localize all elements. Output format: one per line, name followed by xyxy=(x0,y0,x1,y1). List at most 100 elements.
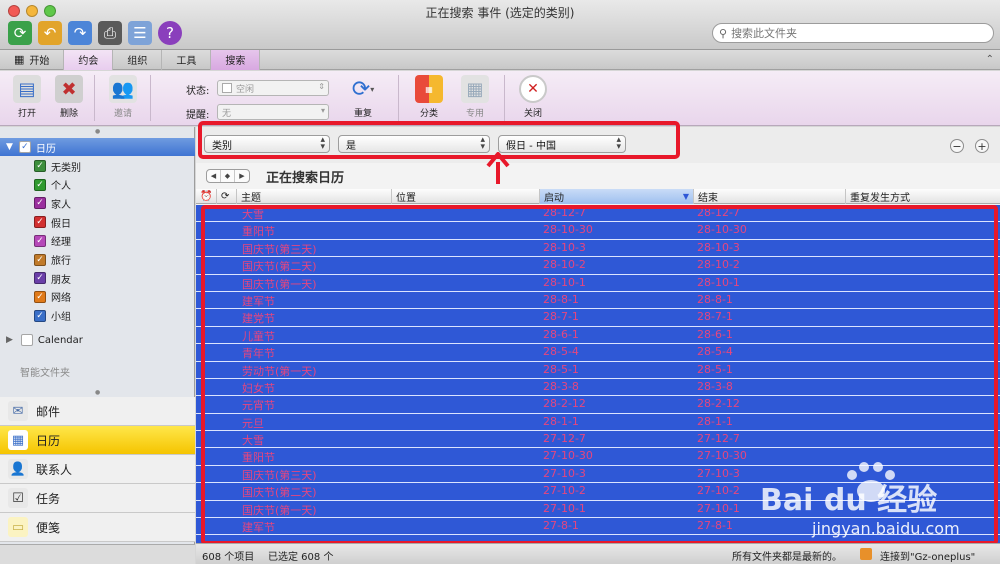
delete-button[interactable]: ✖ 删除 xyxy=(50,75,88,119)
end-column-header[interactable]: 结束 xyxy=(693,189,845,204)
category-label: 经理 xyxy=(51,237,71,249)
ribbon-divider xyxy=(504,75,505,121)
calendar-small-icon: ▦ xyxy=(14,53,25,66)
nav-calendar[interactable]: ▦ 日历 xyxy=(0,426,195,455)
calendar-checkbox[interactable] xyxy=(20,334,33,346)
tab-tools[interactable]: 工具 xyxy=(162,49,212,70)
categorize-button[interactable]: ▦ 分类 xyxy=(410,75,448,119)
redo-icon[interactable]: ↷ xyxy=(68,21,92,45)
category-label: 无类别 xyxy=(51,162,81,174)
open-button[interactable]: ▤ 打开 xyxy=(8,75,46,119)
date-nav-group: ◀ ◆ ▶ xyxy=(206,169,250,183)
nav-notes[interactable]: ▭ 便笺 xyxy=(0,513,195,542)
calendar-icon: ▦ xyxy=(8,430,28,450)
category-label: 家人 xyxy=(51,199,71,211)
category-checkbox[interactable]: ✓ xyxy=(34,197,46,210)
sidebar-category-item[interactable]: ✓ 旅行 xyxy=(34,251,71,269)
category-checkbox[interactable]: ✓ xyxy=(34,178,46,191)
close-search-button[interactable]: ✕ 关闭 xyxy=(514,75,552,119)
remove-criteria-button[interactable]: − xyxy=(950,139,964,153)
sidebar-category-item[interactable]: ✓ 朋友 xyxy=(34,269,71,287)
watermark-brand: Bai du 经验 xyxy=(760,483,938,518)
search-input[interactable] xyxy=(731,26,972,40)
recurrence-column-header[interactable]: ⟳ xyxy=(216,189,236,204)
recurrence-button[interactable]: ⟳ ▾ 重复 xyxy=(344,75,382,120)
watermark-url: jingyan.baidu.com xyxy=(812,519,960,538)
start-column-header[interactable]: 启动 ▼ xyxy=(539,189,693,204)
search-icon: ⚲ xyxy=(719,26,728,40)
print-icon[interactable]: ⎙ xyxy=(98,21,122,45)
reminder-column-header[interactable]: ⏰ xyxy=(196,189,216,204)
undo-icon[interactable]: ↶ xyxy=(38,21,62,45)
sidebar-category-item[interactable]: ✓ 假日 xyxy=(34,213,71,231)
subject-column-header[interactable]: 主题 xyxy=(236,189,391,204)
criteria-highlight-box xyxy=(198,121,680,159)
smart-folders-heading: 智能文件夹 xyxy=(20,368,70,379)
status-label: 状态: xyxy=(186,86,210,97)
lock-icon: ▦ xyxy=(461,75,489,103)
ribbon-divider xyxy=(150,75,151,121)
disclosure-triangle-icon[interactable]: ▶ xyxy=(6,335,13,345)
category-label: 小组 xyxy=(51,312,71,324)
list-icon[interactable]: ☰ xyxy=(128,21,152,45)
category-checkbox[interactable]: ✓ xyxy=(34,272,46,285)
nav-mail[interactable]: ✉ 邮件 xyxy=(0,397,195,426)
reminder-select[interactable]: 无 ▾ xyxy=(217,104,329,120)
sidebar-category-item[interactable]: ✓ 个人 xyxy=(34,176,71,194)
view-navigation: ◀ ◆ ▶ 正在搜索日历 xyxy=(196,163,1000,189)
sync-status: 所有文件夹都是最新的。 xyxy=(732,552,842,563)
window-title: 正在搜索 事件 (选定的类别) xyxy=(425,6,575,20)
sidebar-category-item[interactable]: ✓ 小组 xyxy=(34,307,71,325)
navigation-pane: ✉ 邮件 ▦ 日历 👤 联系人 ☑ 任务 ▭ 便笺 xyxy=(0,397,195,542)
category-label: 朋友 xyxy=(51,274,71,286)
next-icon[interactable]: ▶ xyxy=(235,170,249,182)
invite-icon: 👥 xyxy=(109,75,137,103)
connection-status: 连接到"Gz-oneplus" xyxy=(880,552,976,563)
exchange-icon xyxy=(860,548,872,560)
tab-appointment[interactable]: 约会 xyxy=(64,49,114,70)
item-count: 608 个项目 xyxy=(202,552,255,563)
private-button[interactable]: ▦ 专用 xyxy=(456,75,494,119)
category-checkbox[interactable]: ✓ xyxy=(34,234,46,247)
status-select[interactable]: 空闲 ⇕ xyxy=(217,80,329,96)
category-checkbox[interactable]: ✓ xyxy=(34,160,46,172)
tab-search[interactable]: 搜索 xyxy=(211,49,261,70)
location-column-header[interactable]: 位置 xyxy=(391,189,539,204)
mail-icon: ✉ xyxy=(8,401,28,421)
category-label: 旅行 xyxy=(51,256,71,267)
tasks-icon: ☑ xyxy=(8,488,28,508)
invite-button[interactable]: 👥 邀请 xyxy=(104,75,142,119)
status-color-swatch xyxy=(222,83,232,93)
splitter-handle[interactable]: ● xyxy=(95,389,100,396)
category-checkbox[interactable]: ✓ xyxy=(34,253,46,266)
previous-icon[interactable]: ◀ xyxy=(207,170,221,182)
today-icon[interactable]: ◆ xyxy=(221,170,235,182)
nav-tasks[interactable]: ☑ 任务 xyxy=(0,484,195,513)
status-bar: 608 个项目 已选定 608 个 所有文件夹都是最新的。 连接到"Gz-one… xyxy=(196,543,1000,564)
title-bar: 正在搜索 事件 (选定的类别) ⟳ ↶ ↷ ⎙ ☰ ? ⚲ xyxy=(0,0,1000,50)
quick-toolbar: ⟳ ↶ ↷ ⎙ ☰ ? xyxy=(8,21,182,45)
help-icon[interactable]: ? xyxy=(158,21,182,45)
sidebar-category-item[interactable]: ✓ 无类别 xyxy=(34,157,81,175)
splitter-handle[interactable]: ● xyxy=(95,128,100,135)
categorize-icon: ▦ xyxy=(415,75,443,103)
category-checkbox[interactable]: ✓ xyxy=(34,309,46,322)
calendar-checkbox[interactable]: ✓ xyxy=(18,141,31,153)
sidebar-category-item[interactable]: ✓ 经理 xyxy=(34,232,71,250)
tab-home[interactable]: ▦ 开始 xyxy=(8,49,65,70)
sync-icon[interactable]: ⟳ xyxy=(8,21,32,45)
collapse-ribbon-icon[interactable]: ⌃ xyxy=(986,54,994,65)
nav-contacts[interactable]: 👤 联系人 xyxy=(0,455,195,484)
disclosure-triangle-icon[interactable]: ▼ xyxy=(6,142,13,152)
sidebar-category-item[interactable]: ✓ 网络 xyxy=(34,288,71,306)
add-criteria-button[interactable]: + xyxy=(975,139,989,153)
sidebar-calendar-header[interactable]: ▼ ✓ 日历 xyxy=(0,138,195,156)
tab-organize[interactable]: 组织 xyxy=(113,49,163,70)
folder-search[interactable]: ⚲ xyxy=(712,23,994,43)
sidebar-item-calendar[interactable]: ▶ Calendar xyxy=(6,334,83,346)
recurrence-pattern-column-header[interactable]: 重复发生方式 xyxy=(845,189,1000,204)
ribbon-divider xyxy=(94,75,95,121)
category-checkbox[interactable]: ✓ xyxy=(34,290,46,303)
sidebar-category-item[interactable]: ✓ 家人 xyxy=(34,194,71,212)
category-checkbox[interactable]: ✓ xyxy=(34,216,46,229)
